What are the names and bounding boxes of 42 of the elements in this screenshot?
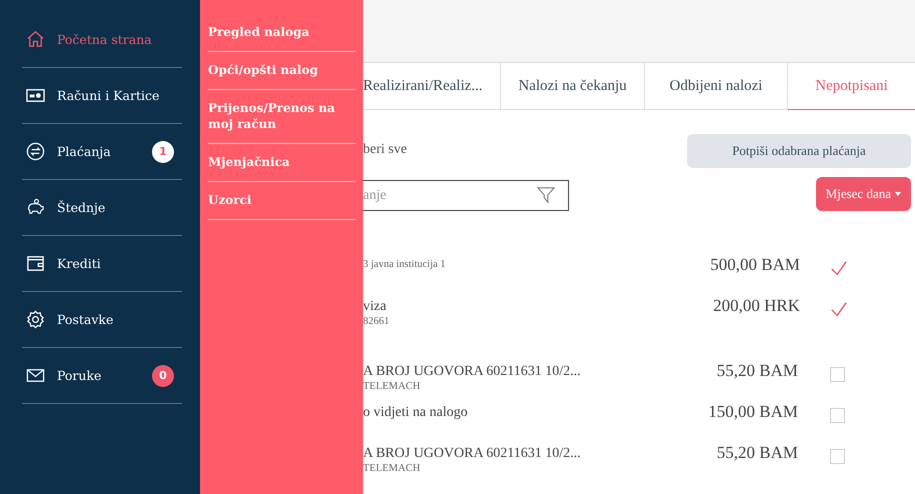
sidebar-item[interactable]: Početna strana [22, 30, 182, 49]
settings-icon [26, 310, 45, 329]
transfer-icon [26, 142, 45, 161]
count-badge: 1 [152, 140, 174, 162]
tab[interactable]: Odbijeni nalozi [645, 63, 788, 109]
checkbox[interactable] [830, 449, 845, 464]
caret-icon [895, 192, 901, 196]
wallet-icon [26, 254, 45, 273]
tab[interactable]: Nalozi na čekanju [501, 63, 645, 109]
payment-detail: 82661 [363, 316, 390, 327]
search-field[interactable]: anje [363, 180, 569, 211]
payment-amount: 55,20 BAM [716, 361, 798, 381]
sidebar-item[interactable]: Plaćanja [22, 142, 152, 161]
tab[interactable]: Realizirani/Realiz... [363, 63, 501, 109]
sidebar-item[interactable]: Poruke [22, 366, 152, 385]
checkmark-icon[interactable] [830, 259, 848, 277]
payment-detail: TELEMACH [363, 463, 422, 474]
checkbox[interactable] [830, 408, 845, 423]
payment-amount: 150,00 BAM [708, 402, 798, 422]
payment-amount: 55,20 BAM [716, 443, 798, 463]
card-icon [26, 86, 45, 105]
sidebar-item[interactable]: Štednje [22, 198, 182, 217]
payment-detail: TELEMACH [363, 381, 422, 392]
sidebar-item[interactable]: Računi i Kartice [22, 86, 182, 105]
payment-amount: 500,00 BAM [710, 255, 800, 275]
sidebar-item[interactable]: Postavke [22, 310, 182, 329]
home-icon [26, 30, 45, 49]
checkbox[interactable] [830, 367, 845, 382]
sidebar-item[interactable]: Krediti [22, 254, 182, 273]
payment-name: viza [363, 299, 388, 315]
payment-name: A BROJ UGOVORA 60211631 10/2... [363, 446, 582, 462]
payment-amount: 200,00 HRK [713, 296, 800, 316]
piggy-bank-icon [26, 198, 45, 217]
count-badge: 0 [152, 364, 174, 386]
select-all-label[interactable]: beri sve [363, 142, 569, 158]
sign-payments-button[interactable]: Potpiši odabrana plaćanja [687, 134, 911, 168]
envelope-icon [26, 366, 45, 385]
payment-name: A BROJ UGOVORA 60211631 10/2... [363, 364, 582, 380]
payment-detail: 3 javna institucija 1 [363, 259, 447, 270]
payment-name: o vidjeti na nalogo [363, 405, 469, 421]
filter-icon [537, 186, 555, 204]
checkmark-icon[interactable] [830, 300, 848, 318]
